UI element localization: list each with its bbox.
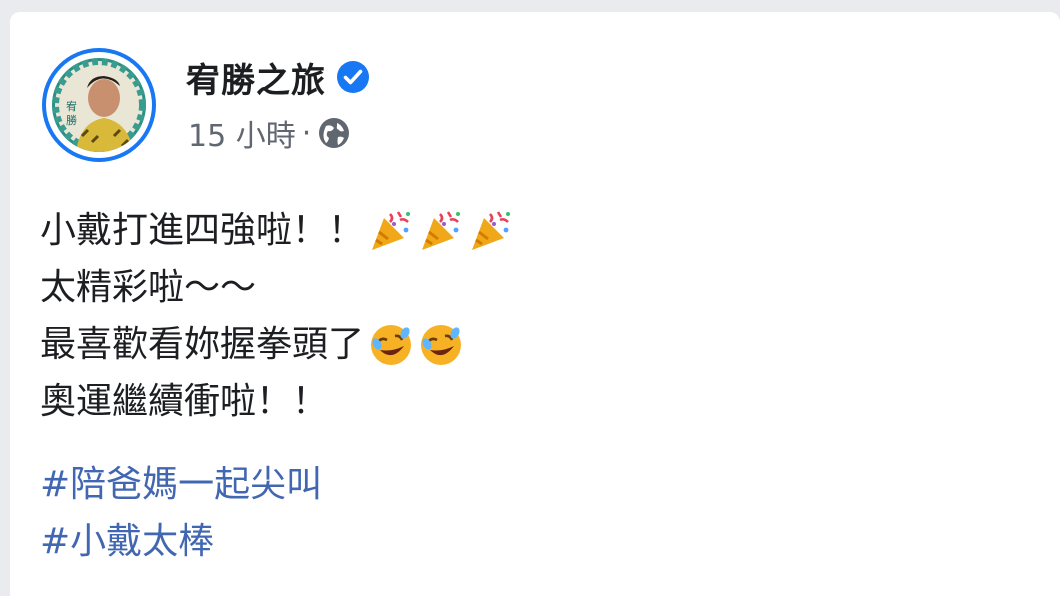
rolling-laughing-icon (371, 324, 412, 365)
post-timestamp[interactable]: 15 小時 (188, 111, 296, 155)
post-line: 太精彩啦～～ (40, 259, 514, 316)
hashtag-link[interactable]: #陪爸媽一起尖叫 (40, 456, 322, 513)
verified-badge-icon (337, 61, 369, 93)
author-row: 宥勝之旅 (186, 52, 370, 102)
page-name-link[interactable]: 宥勝之旅 (186, 53, 326, 102)
post-line-text: 小戴打進四強啦！！ (40, 210, 365, 251)
post-line-text: 奧運繼續衝啦！！ (40, 381, 329, 422)
party-popper-icon (422, 210, 461, 250)
page-avatar[interactable]: 宥 勝 (42, 48, 156, 162)
hashtag-list: #陪爸媽一起尖叫 #小戴太棒 (40, 456, 322, 570)
meta-separator: · (301, 115, 312, 151)
rolling-laughing-icon (421, 324, 462, 365)
post-text: 小戴打進四強啦！！ 太精彩啦～～ 最喜歡看妳握拳頭了 奧運繼續衝啦！！ (40, 202, 514, 430)
party-popper-icon (372, 210, 411, 250)
post-meta: 15 小時 · (188, 112, 351, 154)
post-line: 最喜歡看妳握拳頭了 (40, 316, 514, 373)
svg-text:勝: 勝 (66, 113, 77, 127)
avatar-photo: 宥 勝 (52, 58, 146, 152)
globe-icon[interactable] (317, 116, 351, 150)
hashtag-link[interactable]: #小戴太棒 (40, 513, 322, 570)
post-line: 小戴打進四強啦！！ (40, 202, 514, 259)
party-popper-icon (472, 210, 511, 250)
post-line-text: 太精彩啦～～ (40, 267, 257, 308)
post-line-text: 最喜歡看妳握拳頭了 (40, 324, 365, 365)
post-line: 奧運繼續衝啦！！ (40, 373, 514, 430)
post-card: 宥 勝 宥勝之旅 15 小時 · 小戴打進四強啦！！ 太精彩啦～～ 最喜歡看妳握… (10, 12, 1060, 596)
svg-text:宥: 宥 (66, 99, 77, 113)
